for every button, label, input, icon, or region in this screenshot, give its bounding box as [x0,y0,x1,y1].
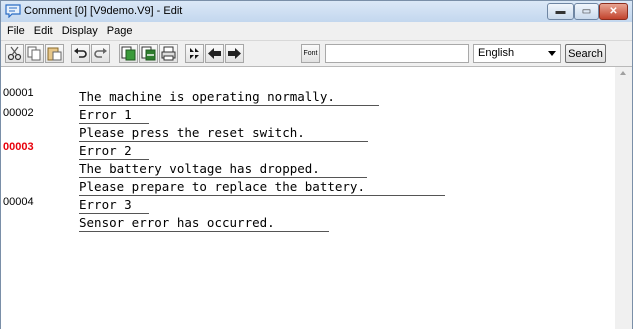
copy-icon [27,46,41,61]
vertical-scrollbar[interactable] [615,67,632,329]
line-number: 00001 [3,87,34,99]
undo-button[interactable] [71,44,90,63]
title-bar[interactable]: Comment [0] [V9demo.V9] - Edit ▬ ▭ ✕ [1,1,632,22]
text-underline [79,141,368,142]
paste-icon [47,47,62,61]
toolbar: Font English Search [1,41,632,67]
print-icon [161,46,176,61]
close-icon: ✕ [609,6,618,17]
rewind-button[interactable] [185,44,204,63]
comment-icon [5,4,21,18]
copy-button[interactable] [25,44,44,63]
back-arrow-icon [208,48,221,59]
search-button-label: Search [568,47,603,60]
language-select-value: English [478,47,515,59]
text-line[interactable]: Please prepare to replace the battery. [79,179,365,195]
back-button[interactable] [205,44,224,63]
close-button[interactable]: ✕ [599,3,628,20]
text-lines[interactable]: The machine is operating normally. Error… [79,67,613,329]
cut-icon [7,46,22,61]
text-line[interactable]: The battery voltage has dropped. [79,161,320,177]
minimize-button[interactable]: ▬ [547,3,574,20]
text-underline [79,213,149,214]
print-button[interactable] [159,44,178,63]
menu-edit[interactable]: Edit [34,25,53,37]
redo-icon [94,48,107,58]
cut-button[interactable] [5,44,24,63]
maximize-icon: ▭ [581,6,592,17]
line-number: 00004 [3,196,34,208]
window-title: Comment [0] [V9demo.V9] - Edit [24,5,183,17]
rewind-icon [190,48,199,59]
text-underline [79,105,379,106]
text-underline [79,195,445,196]
font-button-label: Font [303,50,318,57]
forward-button[interactable] [225,44,244,63]
menu-display[interactable]: Display [62,25,98,37]
delete-page-button[interactable] [139,44,158,63]
font-button[interactable]: Font [301,44,320,63]
insert-page-icon [121,46,136,61]
menu-file[interactable]: File [7,25,25,37]
text-line[interactable]: Error 3 [79,197,132,213]
insert-page-button[interactable] [119,44,138,63]
line-number-active: 00003 [3,141,34,153]
text-underline [79,159,149,160]
maximize-button[interactable]: ▭ [574,3,599,20]
text-line[interactable]: The machine is operating normally. [79,89,335,105]
editor-content[interactable]: 00001 00002 00003 00004 The machine is o… [1,67,632,329]
scroll-up-icon[interactable] [620,71,626,75]
line-number-gutter: 00001 00002 00003 00004 [1,67,79,329]
language-select[interactable]: English [473,44,561,63]
text-line[interactable]: Error 1 [79,107,132,123]
paste-button[interactable] [45,44,64,63]
line-number: 00002 [3,107,34,119]
text-underline [79,123,149,124]
text-line[interactable]: Please press the reset switch. [79,125,305,141]
text-line[interactable]: Error 2 [79,143,132,159]
menu-bar: File Edit Display Page [1,22,632,41]
redo-button[interactable] [91,44,110,63]
search-button[interactable]: Search [565,44,606,63]
delete-page-icon [141,46,156,61]
minimize-icon: ▬ [555,6,566,17]
menu-page[interactable]: Page [107,25,133,37]
text-underline [79,177,367,178]
search-input[interactable] [325,44,469,63]
forward-arrow-icon [228,48,241,59]
text-underline [79,231,329,232]
undo-icon [74,48,87,58]
editor-window: Comment [0] [V9demo.V9] - Edit ▬ ▭ ✕ Fil… [0,0,633,329]
chevron-down-icon [548,51,556,56]
text-line[interactable]: Sensor error has occurred. [79,215,275,231]
